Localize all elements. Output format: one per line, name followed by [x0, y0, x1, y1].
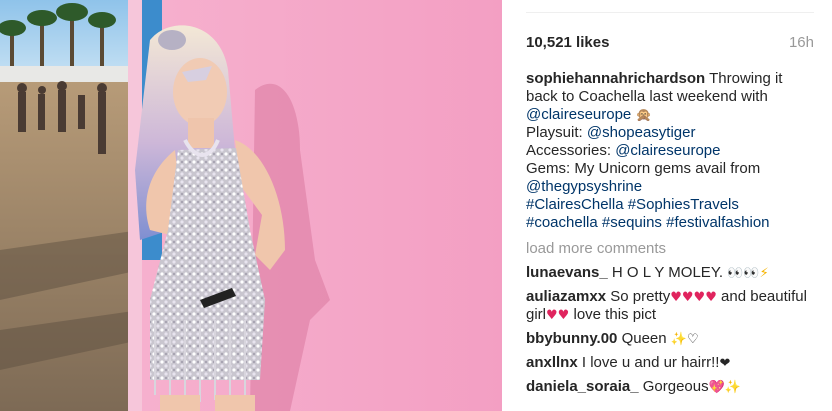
hashtag-link[interactable]: #SophiesTravels [628, 196, 739, 213]
post-photo-illustration [0, 0, 502, 411]
caption-line: Playsuit: @shopeasytiger [526, 124, 818, 142]
mention-link[interactable]: @claireseurope [526, 106, 631, 123]
whiteheart-emoji-icon: ♡ [686, 332, 699, 347]
comment-line: auliazamxx So pretty♥♥♥♥ and beautiful [526, 288, 818, 306]
comment-text: H O L Y MOLEY. [607, 264, 728, 281]
divider [526, 12, 814, 13]
comment-text: Queen [617, 330, 671, 347]
blackheart-emoji-icon: ❤ [719, 356, 731, 371]
comment-text: Playsuit: [526, 124, 587, 141]
comment-text: So pretty [606, 288, 671, 305]
caption-line: #ClairesChella #SophiesTravels [526, 196, 818, 214]
hearts-emoji-icon: ♥♥ [546, 308, 570, 323]
comment-text: and beautiful [716, 288, 807, 305]
comment-text: Gorgeous [638, 378, 709, 395]
hearts-emoji-icon: ♥♥♥♥ [670, 290, 717, 305]
likes-count[interactable]: 10,521 likes [526, 34, 609, 51]
caption-line: Accessories: @claireseurope [526, 142, 818, 160]
caption-line: @claireseurope 🙊 [526, 106, 818, 124]
comment-text: back to Coachella last weekend with [526, 88, 768, 105]
caption-line: sophiehannahrichardson Throwing it [526, 70, 818, 88]
comment-line: bbybunny.00 Queen ✨♡ [526, 330, 818, 348]
monkey-emoji-icon: 🙊 [635, 108, 652, 123]
caption-line: Gems: My Unicorn gems avail from [526, 160, 818, 178]
mention-link[interactable]: @thegypsyshrine [526, 178, 642, 195]
comment-line: anxllnx I love u and ur hairr!!❤ [526, 354, 818, 372]
post-time[interactable]: 16h [789, 34, 814, 51]
comment-item: lunaevans_ H O L Y MOLEY. 👀👀⚡ [526, 264, 818, 282]
comment-username[interactable]: auliazamxx [526, 288, 606, 305]
post-details-panel: 10,521 likes 16h sophiehannahrichardson … [502, 0, 832, 411]
caption-line: @thegypsyshrine [526, 178, 818, 196]
comment-username[interactable]: anxllnx [526, 354, 578, 371]
hashtag-link[interactable]: #festivalfashion [666, 214, 769, 231]
load-more-comments-link[interactable]: load more comments [526, 240, 818, 258]
comment-text: Accessories: [526, 142, 616, 159]
caption-line: back to Coachella last weekend with [526, 88, 818, 106]
likes-row: 10,521 likes 16h [526, 34, 814, 51]
comment-username[interactable]: lunaevans_ [526, 264, 608, 281]
eyes-emoji-icon: 👀👀 [727, 266, 760, 281]
comment-item: auliazamxx So pretty♥♥♥♥ and beautiful gi… [526, 288, 818, 324]
comment-item: anxllnx I love u and ur hairr!!❤ [526, 354, 818, 372]
comment-text: Gems: My Unicorn gems avail from [526, 160, 761, 177]
comment-username[interactable]: daniela_soraia_ [526, 378, 639, 395]
hashtag-link[interactable]: #ClairesChella [526, 196, 624, 213]
post-photo[interactable] [0, 0, 502, 411]
comment-text: I love u and ur hairr!! [577, 354, 720, 371]
mention-link[interactable]: @claireseurope [615, 142, 720, 159]
sparkles-emoji-icon: ✨ [724, 380, 741, 395]
comment-text: girl [526, 306, 547, 323]
hashtag-link[interactable]: #coachella [526, 214, 598, 231]
comment-username[interactable]: bbybunny.00 [526, 330, 617, 347]
comment-line: lunaevans_ H O L Y MOLEY. 👀👀⚡ [526, 264, 818, 282]
caption-line: #coachella #sequins #festivalfashion [526, 214, 818, 232]
sparkles-emoji-icon: ✨ [670, 332, 687, 347]
comment-item: bbybunny.00 Queen ✨♡ [526, 330, 818, 348]
comment-list: lunaevans_ H O L Y MOLEY. 👀👀⚡ auliazamxx … [526, 264, 818, 396]
comment-line: daniela_soraia_ Gorgeous💖✨ [526, 378, 818, 396]
hashtag-link[interactable]: #sequins [602, 214, 662, 231]
bolt-emoji-icon: ⚡ [759, 266, 769, 281]
comment-text: love this pict [569, 306, 657, 323]
mention-link[interactable]: @shopeasytiger [587, 124, 696, 141]
comment-text: Throwing it [705, 70, 783, 87]
post-caption: sophiehannahrichardson Throwing it back t… [526, 70, 818, 232]
comment-line: girl♥♥ love this pict [526, 306, 818, 324]
comment-item: daniela_soraia_ Gorgeous💖✨ [526, 378, 818, 396]
caption-username[interactable]: sophiehannahrichardson [526, 70, 705, 87]
comments-section: sophiehannahrichardson Throwing it back t… [526, 70, 818, 402]
sparkleheart-emoji-icon: 💖 [708, 380, 725, 395]
